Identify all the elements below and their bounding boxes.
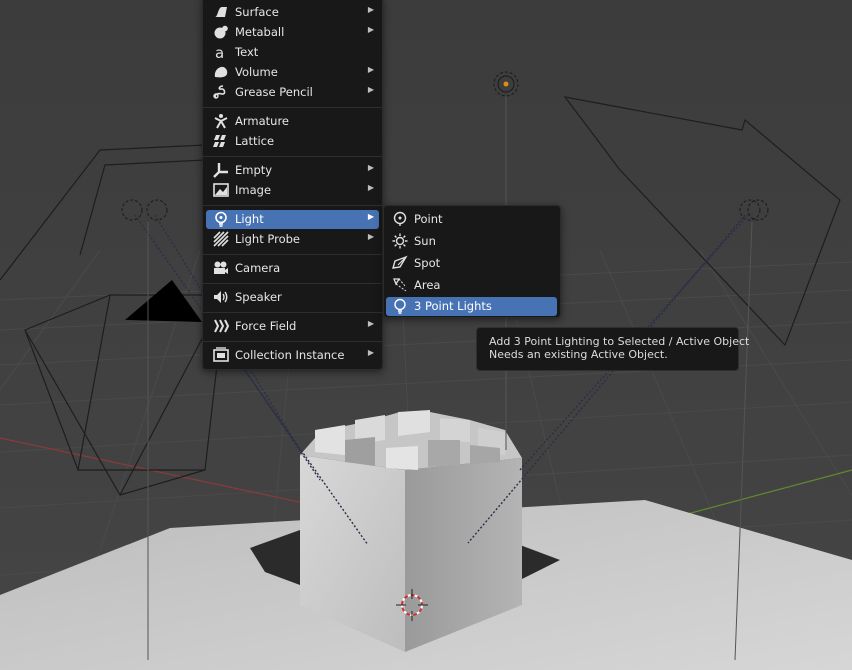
light-icon (213, 211, 229, 227)
three-point-lights-icon (392, 298, 408, 314)
submenu-item-point[interactable]: Point (387, 210, 557, 229)
menu-item-label: Volume (235, 65, 278, 79)
menu-item-label: Grease Pencil (235, 85, 313, 99)
force-field-icon (213, 318, 230, 334)
menu-item-empty[interactable]: Empty ▶ (206, 161, 379, 180)
speaker-icon (213, 289, 229, 305)
menu-item-label: Light (235, 212, 264, 226)
menu-item-label: Metaball (235, 25, 285, 39)
menu-item-force-field[interactable]: Force Field ▶ (206, 317, 379, 336)
menu-item-label: Light Probe (235, 232, 300, 246)
menu-item-label: Collection Instance (235, 348, 345, 362)
tooltip-note: Needs an existing Active Object. (489, 348, 668, 361)
spot-light-icon (392, 255, 408, 271)
menu-item-label: Lattice (235, 134, 275, 148)
submenu-item-sun[interactable]: Sun (387, 232, 557, 251)
menu-separator (203, 283, 382, 284)
submenu-arrow-icon: ▶ (367, 163, 374, 172)
sun-light-icon (392, 233, 408, 249)
collection-instance-icon (213, 347, 229, 363)
menu-item-label: Empty (235, 163, 273, 177)
menu-item-label: Text (235, 45, 259, 59)
submenu-arrow-icon: ▶ (367, 319, 374, 328)
menu-item-text[interactable]: a Text (206, 43, 379, 62)
menu-separator (203, 205, 382, 206)
camera-icon (213, 260, 229, 276)
light-probe-icon (213, 231, 229, 247)
menu-item-surface[interactable]: Surface ▶ (206, 3, 379, 22)
submenu-item-label: Sun (414, 234, 436, 248)
metaball-icon (213, 24, 229, 40)
submenu-arrow-icon: ▶ (367, 25, 374, 34)
light-submenu: Point Sun Spot Area 3 Point Lights (383, 205, 561, 318)
area-light-icon (392, 277, 408, 293)
add-menu: Surface ▶ Metaball ▶ a Text Volume ▶ Gre… (202, 0, 383, 370)
menu-separator (203, 312, 382, 313)
menu-item-volume[interactable]: Volume ▶ (206, 63, 379, 82)
menu-item-armature[interactable]: Armature (206, 112, 379, 131)
menu-separator (203, 254, 382, 255)
submenu-arrow-icon: ▶ (367, 183, 374, 192)
armature-icon (213, 113, 229, 129)
submenu-item-label: 3 Point Lights (414, 299, 492, 313)
lattice-icon (213, 133, 229, 149)
submenu-arrow-icon: ▶ (367, 348, 374, 357)
surface-icon (213, 4, 229, 20)
menu-item-collection-instance[interactable]: Collection Instance ▶ (206, 346, 379, 365)
tooltip: Add 3 Point Lighting to Selected / Activ… (476, 327, 750, 371)
submenu-item-label: Area (414, 278, 441, 292)
text-icon: a (213, 44, 229, 62)
point-light-icon (392, 211, 408, 227)
submenu-arrow-icon: ▶ (367, 232, 374, 241)
menu-item-label: Image (235, 183, 272, 197)
tooltip-description: Add 3 Point Lighting to Selected / Activ… (489, 335, 750, 348)
menu-separator (203, 107, 382, 108)
submenu-arrow-icon: ▶ (367, 5, 374, 14)
menu-item-label: Armature (235, 114, 289, 128)
menu-item-image[interactable]: Image ▶ (206, 181, 379, 200)
empty-icon (213, 162, 229, 178)
menu-separator (203, 341, 382, 342)
menu-item-camera[interactable]: Camera (206, 259, 379, 278)
submenu-item-area[interactable]: Area (387, 276, 557, 295)
grease-pencil-icon (213, 84, 229, 100)
menu-item-light-probe[interactable]: Light Probe ▶ (206, 230, 379, 249)
menu-item-label: Speaker (235, 290, 282, 304)
menu-item-label: Surface (235, 5, 279, 19)
submenu-item-label: Point (414, 212, 443, 226)
submenu-arrow-icon: ▶ (367, 65, 374, 74)
menu-item-label: Force Field (235, 319, 297, 333)
menu-item-light[interactable]: Light ▶ (206, 210, 379, 229)
submenu-item-3-point-lights[interactable]: 3 Point Lights (386, 297, 557, 316)
image-icon (213, 182, 229, 198)
svg-text:a: a (215, 44, 224, 60)
menu-separator (203, 156, 382, 157)
menu-item-speaker[interactable]: Speaker (206, 288, 379, 307)
volume-icon (213, 64, 229, 80)
menu-item-label: Camera (235, 261, 281, 275)
submenu-arrow-icon: ▶ (367, 212, 374, 221)
submenu-arrow-icon: ▶ (367, 85, 374, 94)
submenu-item-label: Spot (414, 256, 441, 270)
menu-item-lattice[interactable]: Lattice (206, 132, 379, 151)
submenu-item-spot[interactable]: Spot (387, 254, 557, 273)
menu-item-grease-pencil[interactable]: Grease Pencil ▶ (206, 83, 379, 102)
menu-item-metaball[interactable]: Metaball ▶ (206, 23, 379, 42)
